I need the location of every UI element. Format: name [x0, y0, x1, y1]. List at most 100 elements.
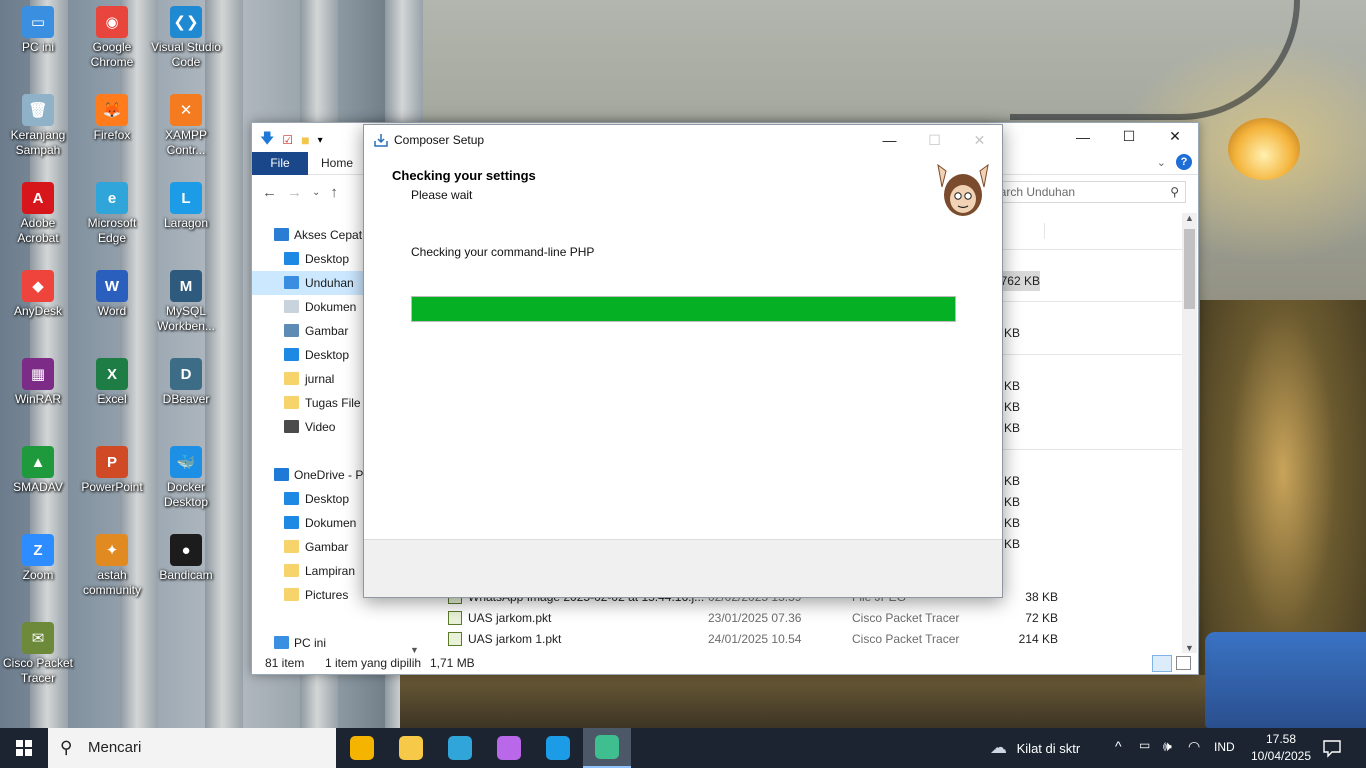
nav-item-label: Desktop	[305, 252, 350, 266]
taskbar-search-input[interactable]: ⚲ Mencari	[48, 728, 336, 768]
folder-icon	[284, 564, 299, 577]
desktop-icon[interactable]: M MySQL Workben...	[148, 270, 224, 334]
background-lamp-arm	[1010, 0, 1300, 120]
forward-arrow-icon[interactable]: →	[287, 184, 302, 202]
download-folder-icon[interactable]: 🡇	[260, 128, 274, 152]
clock[interactable]: 17.58 10/04/2025	[1246, 731, 1316, 765]
file-list-scrollbar[interactable]: ▲ ▼	[1182, 213, 1197, 653]
desktop-icon[interactable]: ● Bandicam	[148, 534, 224, 583]
folder-icon	[284, 372, 299, 385]
taskbar: ⚲ Mencari ☁ Kilat di sktr ^ ▭ 🕪 ◠ IND 17…	[0, 728, 1366, 768]
desktop-icon[interactable]: 🗑 Keranjang Sampah	[0, 94, 76, 158]
group-separator	[1002, 249, 1182, 250]
desktop-icon[interactable]: ▲ SMADAV	[0, 446, 76, 495]
weather-widget[interactable]: ☁ Kilat di sktr	[990, 728, 1080, 768]
file-explorer-icon	[399, 736, 423, 760]
close-icon[interactable]: ✕	[1152, 123, 1198, 150]
search-placeholder: earch Unduhan	[993, 185, 1076, 199]
customize-qat-icon[interactable]: ▾	[318, 135, 323, 146]
taskbar-app-composer-setup[interactable]	[583, 728, 631, 768]
back-arrow-icon[interactable]: ←	[262, 184, 277, 202]
folder-icon	[284, 348, 299, 361]
desktop-icon[interactable]: D DBeaver	[148, 358, 224, 407]
dialog-titlebar[interactable]: Composer Setup — ☐ ✕	[364, 125, 1002, 155]
maximize-icon[interactable]: ☐	[1106, 123, 1152, 150]
thunderstorm-icon: ☁	[990, 738, 1007, 757]
app-icon: ✉	[22, 622, 54, 654]
file-row[interactable]: UAS jarkom.pkt 23/01/2025 07.36 Cisco Pack…	[444, 608, 1182, 628]
taskbar-app-laragon[interactable]	[534, 728, 582, 768]
desktop-icon[interactable]: 🦊 Firefox	[74, 94, 150, 143]
desktop-icon[interactable]: ✉ Cisco Packet Tracer	[0, 622, 76, 686]
up-arrow-icon[interactable]: ↑	[330, 184, 338, 202]
minimize-icon[interactable]: —	[867, 125, 912, 155]
progress-bar-fill	[412, 297, 955, 321]
desktop-icon[interactable]: P PowerPoint	[74, 446, 150, 495]
new-folder-icon[interactable]: ■	[301, 132, 309, 148]
desktop-icon[interactable]: L Laragon	[148, 182, 224, 231]
desktop-icon-label: Word	[97, 304, 127, 318]
taskbar-app-file-explorer[interactable]	[387, 728, 435, 768]
desktop-icon[interactable]: X Excel	[74, 358, 150, 407]
desktop-icon[interactable]: ◆ AnyDesk	[0, 270, 76, 319]
desktop-icon[interactable]: W Word	[74, 270, 150, 319]
folder-icon	[274, 468, 289, 481]
large-icons-view-icon[interactable]	[1176, 656, 1191, 670]
desktop-icon-label: Bandicam	[159, 568, 213, 582]
desktop-icon[interactable]: ❮❯ Visual Studio Code	[148, 6, 224, 70]
composer-setup-dialog[interactable]: Composer Setup — ☐ ✕ Checking your setti…	[363, 124, 1003, 598]
nav-item-label: Dokumen	[305, 300, 357, 314]
desktop-icon-label: MySQL Workben...	[157, 304, 215, 333]
chevron-down-icon[interactable]: ⌄	[1157, 156, 1166, 169]
scrollbar-thumb[interactable]	[1184, 229, 1195, 309]
desktop-icon-label: Adobe Acrobat	[17, 216, 59, 245]
battery-icon[interactable]: ▭	[1139, 738, 1150, 752]
close-icon: ✕	[973, 131, 986, 148]
nav-item-label: Tugas File	[305, 396, 361, 410]
file-row[interactable]: UAS jarkom 1.pkt 24/01/2025 10.54 Cisco Pa…	[444, 629, 1182, 649]
desktop-icon[interactable]: ▦ WinRAR	[0, 358, 76, 407]
taskbar-app-microsoft-store[interactable]	[338, 728, 386, 768]
nav-item[interactable]: PC ini	[252, 631, 422, 653]
desktop-icon[interactable]: Z Zoom	[0, 534, 76, 583]
show-hidden-icons-icon[interactable]: ^	[1115, 738, 1122, 754]
app-icon: ▭	[22, 6, 54, 38]
search-input[interactable]: earch Unduhan ⚲	[986, 181, 1186, 203]
app-icon: ●	[170, 534, 202, 566]
desktop-icon[interactable]: 🐳 Docker Desktop	[148, 446, 224, 510]
desktop-icon[interactable]: ✕ XAMPP Contr...	[148, 94, 224, 158]
scroll-up-arrow-icon[interactable]: ▲	[1185, 213, 1194, 223]
desktop-icon-label: DBeaver	[162, 392, 210, 406]
desktop-icon-label: Keranjang Sampah	[10, 128, 66, 157]
status-bar: 81 item 1 item yang dipilih 1,71 MB	[252, 652, 1198, 674]
desktop-icon[interactable]: e Microsoft Edge	[74, 182, 150, 246]
taskbar-app-edge[interactable]	[436, 728, 484, 768]
taskbar-app-copilot[interactable]	[485, 728, 533, 768]
start-button[interactable]	[0, 728, 48, 768]
minimize-icon[interactable]: —	[1060, 123, 1106, 150]
nav-item-label: Akses Cepat	[294, 228, 363, 242]
tab-home[interactable]: Home	[312, 152, 362, 175]
desktop-icon[interactable]: ◉ Google Chrome	[74, 6, 150, 70]
progress-bar	[411, 296, 956, 322]
app-icon: M	[170, 270, 202, 302]
desktop-icon-label: WinRAR	[14, 392, 61, 406]
details-view-icon[interactable]	[1152, 655, 1172, 672]
help-icon[interactable]: ?	[1176, 154, 1192, 170]
ribbon-right-controls: ⌄ ?	[1157, 154, 1192, 170]
wifi-icon[interactable]: ◠	[1188, 738, 1200, 755]
recent-locations-icon[interactable]: ⌄	[312, 184, 320, 202]
desktop-icon[interactable]: ▭ PC ini	[0, 6, 76, 55]
desktop-icon[interactable]: ✦ astah community	[74, 534, 150, 598]
tab-file[interactable]: File	[252, 152, 308, 175]
explorer-window-controls: — ☐ ✕	[1060, 123, 1198, 150]
folder-icon	[274, 636, 289, 649]
notification-icon[interactable]	[1320, 736, 1344, 760]
volume-icon[interactable]: 🕪	[1163, 738, 1172, 755]
input-language[interactable]: IND	[1214, 740, 1235, 754]
nav-item-label: PC ini	[294, 636, 327, 650]
properties-icon[interactable]: ☑	[282, 133, 293, 147]
app-icon: ◉	[96, 6, 128, 38]
desktop-icon[interactable]: A Adobe Acrobat	[0, 182, 76, 246]
file-size-cell: 762 KB	[1000, 271, 1040, 291]
